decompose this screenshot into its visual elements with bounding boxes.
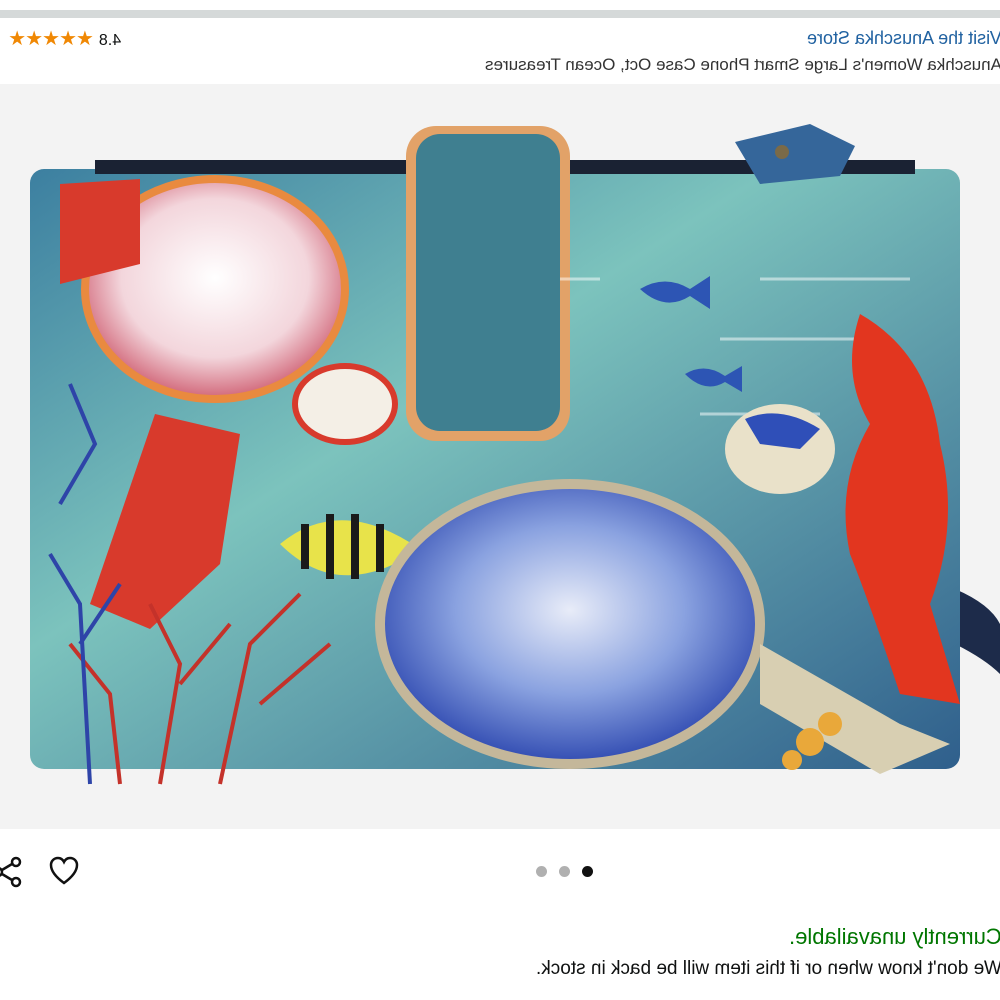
availability-detail: We don't know when or if this item will …: [536, 958, 1000, 980]
image-carousel-dots: [536, 866, 596, 878]
heart-icon[interactable]: [48, 855, 80, 887]
carousel-dot[interactable]: [559, 866, 570, 877]
availability-detail-text: We don't know when or if this item will …: [536, 958, 1000, 979]
top-divider-bar: [0, 10, 1000, 18]
product-title-text: Anuschka Women's Large Smart Phone Case …: [485, 55, 1000, 74]
availability-status-text: Currently unavailable.: [789, 924, 1000, 949]
carousel-dot-active[interactable]: [582, 866, 593, 877]
wallet-strap: [955, 589, 1000, 674]
zipper-rivet: [775, 145, 789, 159]
rating-value: 4.8: [98, 32, 122, 49]
closure-tab-inner: [416, 134, 560, 431]
share-icon[interactable]: [0, 855, 22, 889]
product-image-panel[interactable]: [0, 84, 1000, 829]
store-link[interactable]: Visit the Anuschka Store: [807, 28, 1000, 49]
carousel-dot[interactable]: [536, 866, 547, 877]
availability-status: Currently unavailable.: [789, 924, 1000, 950]
blue-turtle-shell: [375, 479, 765, 769]
store-link-text[interactable]: Visit the Anuschka Store: [807, 28, 1000, 49]
red-turtle-head: [292, 363, 398, 445]
product-image[interactable]: [0, 84, 1000, 829]
product-title: Anuschka Women's Large Smart Phone Case …: [485, 55, 1000, 75]
rating-summary[interactable]: 4.8★★★★★(1: [0, 26, 121, 51]
star-rating-icon: ★★★★★: [9, 28, 94, 50]
